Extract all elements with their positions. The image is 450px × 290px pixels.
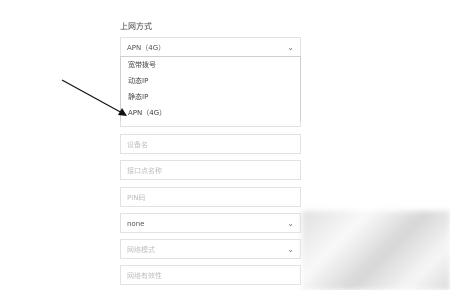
blurred-region <box>302 211 450 290</box>
